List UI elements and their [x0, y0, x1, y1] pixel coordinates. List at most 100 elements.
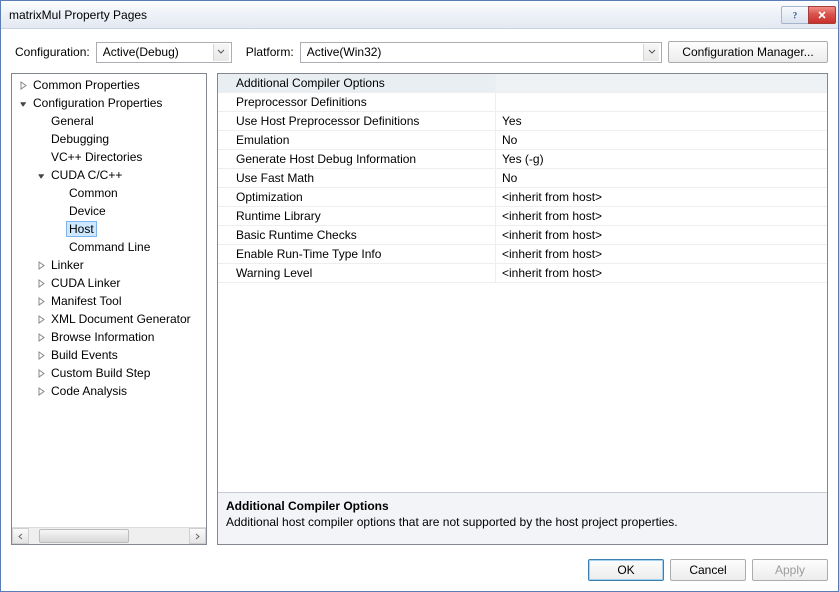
expander-collapsed-icon[interactable]	[34, 294, 48, 308]
tree-item-device[interactable]: Device	[12, 202, 206, 220]
scroll-left-icon[interactable]	[12, 528, 29, 544]
tree-label: Build Events	[48, 348, 121, 362]
scroll-track[interactable]	[29, 528, 189, 544]
tree-item-common[interactable]: Common	[12, 184, 206, 202]
chevron-down-icon	[643, 44, 659, 61]
configuration-combo[interactable]: Active(Debug)	[96, 42, 232, 63]
help-button[interactable]: ?	[781, 6, 809, 24]
description-title: Additional Compiler Options	[226, 499, 819, 513]
platform-combo[interactable]: Active(Win32)	[300, 42, 662, 63]
grid-cell-name: Generate Host Debug Information	[218, 150, 496, 168]
tree-item-vc-directories[interactable]: VC++ Directories	[12, 148, 206, 166]
ok-button[interactable]: OK	[588, 559, 664, 581]
apply-button[interactable]: Apply	[752, 559, 828, 581]
grid-row[interactable]: Use Host Preprocessor Definitions Yes	[218, 112, 827, 131]
tree-hscrollbar[interactable]	[12, 527, 206, 544]
configuration-label: Configuration:	[15, 45, 90, 59]
expander-collapsed-icon[interactable]	[16, 78, 30, 92]
tree-label: Debugging	[48, 132, 112, 146]
tree-label: Common Properties	[30, 78, 143, 92]
tree-label: General	[48, 114, 97, 128]
grid-cell-value[interactable]	[496, 93, 827, 111]
svg-text:?: ?	[793, 10, 798, 20]
scroll-right-icon[interactable]	[189, 528, 206, 544]
expander-collapsed-icon[interactable]	[34, 312, 48, 326]
scroll-thumb[interactable]	[39, 529, 129, 543]
tree-item-browse-info[interactable]: Browse Information	[12, 328, 206, 346]
grid-row[interactable]: Emulation No	[218, 131, 827, 150]
chevron-down-icon	[213, 44, 229, 61]
grid-cell-value[interactable]: <inherit from host>	[496, 207, 827, 225]
grid-row[interactable]: Enable Run-Time Type Info <inherit from …	[218, 245, 827, 264]
nav-tree[interactable]: Common Properties Configuration Properti…	[12, 74, 206, 527]
grid-cell-value[interactable]: <inherit from host>	[496, 226, 827, 244]
grid-row[interactable]: Optimization <inherit from host>	[218, 188, 827, 207]
grid-row[interactable]: Runtime Library <inherit from host>	[218, 207, 827, 226]
grid-row[interactable]: Generate Host Debug Information Yes (-g)	[218, 150, 827, 169]
expander-expanded-icon[interactable]	[34, 168, 48, 182]
platform-value: Active(Win32)	[307, 45, 643, 59]
tree-item-general[interactable]: General	[12, 112, 206, 130]
config-toolbar: Configuration: Active(Debug) Platform: A…	[1, 29, 838, 73]
description-panel: Additional Compiler Options Additional h…	[218, 492, 827, 544]
tree-item-build-events[interactable]: Build Events	[12, 346, 206, 364]
grid-row[interactable]: Additional Compiler Options	[218, 74, 827, 93]
expander-collapsed-icon[interactable]	[34, 384, 48, 398]
configuration-value: Active(Debug)	[103, 45, 213, 59]
grid-cell-name: Basic Runtime Checks	[218, 226, 496, 244]
property-pages-window: matrixMul Property Pages ? Configuration…	[0, 0, 839, 592]
tree-item-debugging[interactable]: Debugging	[12, 130, 206, 148]
tree-item-common-properties[interactable]: Common Properties	[12, 76, 206, 94]
ok-label: OK	[617, 563, 634, 577]
property-grid-panel: Additional Compiler Options Preprocessor…	[217, 73, 828, 545]
grid-cell-value[interactable]: Yes (-g)	[496, 150, 827, 168]
grid-cell-value[interactable]: <inherit from host>	[496, 245, 827, 263]
tree-item-command-line[interactable]: Command Line	[12, 238, 206, 256]
expander-collapsed-icon[interactable]	[34, 276, 48, 290]
tree-item-cuda-cc[interactable]: CUDA C/C++	[12, 166, 206, 184]
configuration-manager-button[interactable]: Configuration Manager...	[668, 41, 828, 63]
grid-cell-name: Optimization	[218, 188, 496, 206]
grid-cell-value[interactable]: <inherit from host>	[496, 264, 827, 282]
grid-cell-value[interactable]: Yes	[496, 112, 827, 130]
cancel-button[interactable]: Cancel	[670, 559, 746, 581]
expander-collapsed-icon[interactable]	[34, 366, 48, 380]
property-grid[interactable]: Additional Compiler Options Preprocessor…	[218, 74, 827, 492]
tree-label: Custom Build Step	[48, 366, 153, 380]
grid-row[interactable]: Warning Level <inherit from host>	[218, 264, 827, 283]
tree-item-host[interactable]: Host	[12, 220, 206, 238]
configuration-manager-label: Configuration Manager...	[682, 45, 813, 59]
tree-item-code-analysis[interactable]: Code Analysis	[12, 382, 206, 400]
tree-label: Browse Information	[48, 330, 157, 344]
grid-cell-value[interactable]: No	[496, 169, 827, 187]
grid-cell-name: Emulation	[218, 131, 496, 149]
grid-cell-value[interactable]: No	[496, 131, 827, 149]
grid-row[interactable]: Preprocessor Definitions	[218, 93, 827, 112]
description-body: Additional host compiler options that ar…	[226, 515, 819, 529]
tree-item-xml-doc[interactable]: XML Document Generator	[12, 310, 206, 328]
tree-item-custom-build[interactable]: Custom Build Step	[12, 364, 206, 382]
window-controls: ?	[782, 6, 836, 24]
grid-cell-value[interactable]: <inherit from host>	[496, 188, 827, 206]
grid-row[interactable]: Use Fast Math No	[218, 169, 827, 188]
grid-cell-value[interactable]	[496, 74, 827, 92]
grid-row[interactable]: Basic Runtime Checks <inherit from host>	[218, 226, 827, 245]
tree-label: Manifest Tool	[48, 294, 124, 308]
tree-item-cuda-linker[interactable]: CUDA Linker	[12, 274, 206, 292]
close-button[interactable]	[808, 6, 836, 24]
tree-label: CUDA Linker	[48, 276, 123, 290]
tree-label: Command Line	[66, 240, 153, 254]
close-icon	[817, 10, 827, 20]
expander-expanded-icon[interactable]	[16, 96, 30, 110]
window-title: matrixMul Property Pages	[9, 8, 782, 22]
expander-collapsed-icon[interactable]	[34, 348, 48, 362]
tree-label: Device	[66, 204, 109, 218]
tree-item-config-properties[interactable]: Configuration Properties	[12, 94, 206, 112]
grid-cell-name: Preprocessor Definitions	[218, 93, 496, 111]
tree-item-linker[interactable]: Linker	[12, 256, 206, 274]
cancel-label: Cancel	[689, 563, 726, 577]
expander-collapsed-icon[interactable]	[34, 258, 48, 272]
tree-item-manifest[interactable]: Manifest Tool	[12, 292, 206, 310]
expander-collapsed-icon[interactable]	[34, 330, 48, 344]
tree-label: CUDA C/C++	[48, 168, 125, 182]
